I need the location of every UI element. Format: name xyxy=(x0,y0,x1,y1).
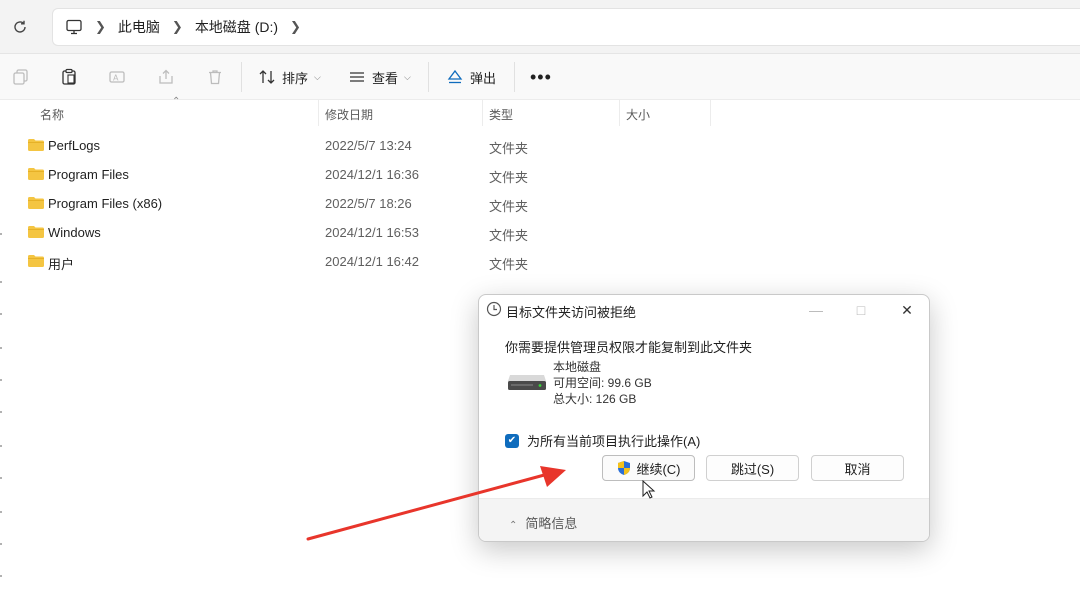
breadcrumb-this-pc[interactable]: 此电脑 xyxy=(118,17,160,37)
rename-button[interactable]: A xyxy=(108,66,126,88)
breadcrumb-local-disk-d[interactable]: 本地磁盘 (D:) xyxy=(195,17,278,37)
paste-button[interactable] xyxy=(60,66,78,88)
column-divider[interactable] xyxy=(619,100,620,126)
file-explorer-window: ❯ 此电脑 ❯ 本地磁盘 (D:) ❯ A 排序 ⌵ 查看 ⌵ 弹出 ••• 名… xyxy=(0,0,1080,590)
column-header-type[interactable]: 类型 xyxy=(489,106,513,123)
minimize-icon[interactable]: — xyxy=(793,295,839,325)
apply-to-all-label: 为所有当前项目执行此操作(A) xyxy=(527,434,701,449)
copy-button[interactable] xyxy=(12,66,30,88)
uac-shield-icon xyxy=(618,461,631,475)
continue-label: 继续(C) xyxy=(636,461,681,477)
more-options-icon[interactable]: ••• xyxy=(530,66,552,88)
column-divider[interactable] xyxy=(710,100,711,126)
apply-to-all-checkbox[interactable]: ✔ 为所有当前项目执行此操作(A) xyxy=(505,431,700,450)
file-date: 2022/5/7 18:26 xyxy=(325,196,412,211)
file-name: 用户 xyxy=(48,257,75,272)
view-button[interactable]: 查看 ⌵ xyxy=(348,66,411,88)
clock-icon xyxy=(486,301,502,317)
address-bar-area: ❯ 此电脑 ❯ 本地磁盘 (D:) ❯ xyxy=(0,0,1080,54)
file-row[interactable]: PerfLogs 2022/5/7 13:24 文件夹 xyxy=(20,131,640,159)
svg-text:A: A xyxy=(113,74,119,83)
column-header-date[interactable]: 修改日期 xyxy=(325,106,373,123)
copy-icon xyxy=(13,69,28,85)
column-header-size[interactable]: 大小 xyxy=(626,106,650,123)
address-bar[interactable]: ❯ 此电脑 ❯ 本地磁盘 (D:) ❯ xyxy=(52,8,1080,46)
file-name: Program Files (x86) xyxy=(48,196,163,211)
folder-icon xyxy=(28,197,44,209)
share-icon xyxy=(159,69,173,84)
command-bar: A 排序 ⌵ 查看 ⌵ 弹出 ••• xyxy=(0,54,1080,100)
dialog-title: 目标文件夹访问被拒绝 xyxy=(506,305,637,320)
toolbar-divider xyxy=(428,62,429,92)
continue-button[interactable]: 继续(C) xyxy=(602,455,695,481)
view-lines-icon xyxy=(350,72,364,82)
column-header-name[interactable]: 名称 xyxy=(40,106,64,123)
rename-icon: A xyxy=(109,71,125,83)
drive-info: 本地磁盘 可用空间: 99.6 GB 总大小: 126 GB xyxy=(553,359,652,407)
breadcrumb-separator-icon: ❯ xyxy=(171,19,183,34)
eject-icon xyxy=(447,69,463,84)
drive-total-size: 总大小: 126 GB xyxy=(553,392,637,406)
dialog-footer: ⌃ 简略信息 xyxy=(479,498,929,541)
chevron-up-icon: ⌃ xyxy=(509,520,518,531)
chevron-down-icon: ⌵ xyxy=(314,71,321,82)
toolbar-divider xyxy=(514,62,515,92)
breadcrumb-separator-icon[interactable]: ❯ xyxy=(290,19,301,35)
folder-icon xyxy=(28,168,44,180)
checkmark-icon: ✔ xyxy=(505,433,519,448)
file-type: 文件夹 xyxy=(489,257,529,272)
paste-icon xyxy=(62,68,76,85)
sort-icon xyxy=(259,70,275,84)
folder-icon xyxy=(28,226,44,238)
eject-button[interactable]: 弹出 xyxy=(446,66,496,88)
sort-button[interactable]: 排序 ⌵ xyxy=(258,66,321,88)
folder-icon xyxy=(28,255,44,267)
eject-label: 弹出 xyxy=(470,70,497,86)
drive-free-space: 可用空间: 99.6 GB xyxy=(553,376,652,390)
drive-name: 本地磁盘 xyxy=(553,360,602,374)
file-type: 文件夹 xyxy=(489,228,529,243)
folder-icon xyxy=(28,139,44,151)
nav-pane-edge xyxy=(0,233,2,577)
column-divider[interactable] xyxy=(318,100,319,126)
column-header-row: 名称 修改日期 类型 大小 xyxy=(0,100,1080,126)
sort-ascending-icon: ⌃ xyxy=(172,96,181,107)
file-date: 2024/12/1 16:42 xyxy=(325,254,419,269)
fewer-details-label: 简略信息 xyxy=(525,516,578,531)
trash-icon xyxy=(209,70,221,85)
file-row[interactable]: Windows 2024/12/1 16:53 文件夹 xyxy=(20,218,640,246)
share-button[interactable] xyxy=(157,66,175,88)
hard-drive-icon xyxy=(508,375,546,390)
file-type: 文件夹 xyxy=(489,170,529,185)
file-type: 文件夹 xyxy=(489,199,529,214)
refresh-icon[interactable] xyxy=(8,15,32,39)
breadcrumb-separator-icon: ❯ xyxy=(95,19,106,34)
toolbar-divider xyxy=(241,62,242,92)
delete-button[interactable] xyxy=(206,66,224,88)
mouse-cursor-icon xyxy=(642,480,656,499)
cancel-button[interactable]: 取消 xyxy=(811,455,904,481)
file-name: Program Files xyxy=(48,167,129,182)
file-date: 2024/12/1 16:53 xyxy=(325,225,419,240)
column-divider[interactable] xyxy=(482,100,483,126)
file-date: 2022/5/7 13:24 xyxy=(325,138,412,153)
close-icon[interactable]: ✕ xyxy=(884,295,929,325)
fewer-details-toggle[interactable]: ⌃ 简略信息 xyxy=(509,513,577,532)
file-name: PerfLogs xyxy=(48,138,101,153)
maximize-icon[interactable]: □ xyxy=(838,295,884,325)
dialog-message: 你需要提供管理员权限才能复制到此文件夹 xyxy=(505,340,753,355)
file-row[interactable]: Program Files 2024/12/1 16:36 文件夹 xyxy=(20,160,640,188)
skip-button[interactable]: 跳过(S) xyxy=(706,455,799,481)
file-type: 文件夹 xyxy=(489,141,529,156)
sort-label: 排序 xyxy=(282,70,309,86)
file-name: Windows xyxy=(48,225,101,240)
file-date: 2024/12/1 16:36 xyxy=(325,167,419,182)
file-row[interactable]: 用户 2024/12/1 16:42 文件夹 xyxy=(20,247,640,275)
dialog-title-bar[interactable]: 目标文件夹访问被拒绝 — □ ✕ xyxy=(479,295,929,325)
view-label: 查看 xyxy=(372,70,399,86)
chevron-down-icon: ⌵ xyxy=(404,71,411,82)
computer-icon xyxy=(66,19,82,35)
access-denied-dialog: 目标文件夹访问被拒绝 — □ ✕ 你需要提供管理员权限才能复制到此文件夹 本地磁… xyxy=(478,294,930,542)
file-row[interactable]: Program Files (x86) 2022/5/7 18:26 文件夹 xyxy=(20,189,640,217)
